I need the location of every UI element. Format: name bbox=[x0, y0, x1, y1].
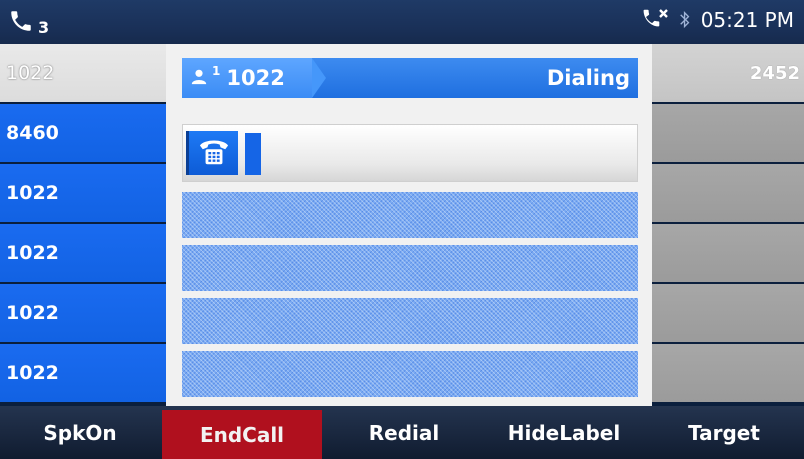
right-key-3[interactable] bbox=[652, 164, 804, 222]
left-line-keys: 1022 8460 1022 1022 1022 1022 bbox=[0, 44, 166, 406]
line-key-1[interactable]: 1022 bbox=[0, 44, 166, 102]
desk-phone-icon bbox=[186, 131, 238, 175]
line-count: 3 bbox=[38, 17, 50, 37]
empty-slot bbox=[182, 298, 638, 344]
right-key-5[interactable] bbox=[652, 284, 804, 342]
input-cursor bbox=[245, 133, 261, 175]
right-key-4[interactable] bbox=[652, 224, 804, 282]
line-key-label: 1022 bbox=[6, 62, 55, 84]
softkey-endcall[interactable]: EndCall bbox=[162, 410, 322, 459]
status-bar: 3 05:21 PM bbox=[0, 0, 804, 44]
call-status: Dialing bbox=[546, 66, 630, 90]
bluetooth-icon bbox=[679, 9, 691, 31]
account-index: 1 bbox=[212, 64, 221, 78]
line-key-label: 1022 bbox=[6, 182, 59, 204]
right-key-6[interactable] bbox=[652, 344, 804, 402]
line-indicator: 3 bbox=[8, 8, 49, 38]
line-key-label: 1022 bbox=[6, 362, 59, 384]
softkey-target[interactable]: Target bbox=[644, 406, 804, 459]
line-key-label: 1022 bbox=[6, 242, 59, 264]
right-key-label: 2452 bbox=[749, 62, 800, 84]
phone-icon bbox=[8, 8, 34, 38]
softkey-redial[interactable]: Redial bbox=[324, 406, 484, 459]
clock: 05:21 PM bbox=[700, 8, 794, 32]
right-key-2[interactable] bbox=[652, 104, 804, 162]
dial-input[interactable] bbox=[182, 124, 638, 182]
right-line-keys: 2452 bbox=[652, 44, 804, 406]
line-key-label: 8460 bbox=[6, 122, 59, 144]
line-key-3[interactable]: 1022 bbox=[0, 164, 166, 222]
line-key-2[interactable]: 8460 bbox=[0, 104, 166, 162]
empty-slot bbox=[182, 245, 638, 291]
softkey-spkon[interactable]: SpkOn bbox=[0, 406, 160, 459]
right-key-1[interactable]: 2452 bbox=[652, 44, 804, 102]
empty-slot bbox=[182, 192, 638, 238]
line-key-6[interactable]: 1022 bbox=[0, 344, 166, 402]
line-key-4[interactable]: 1022 bbox=[0, 224, 166, 282]
call-account: 1 1022 bbox=[182, 58, 326, 98]
dial-panel: 1 1022 Dialing bbox=[166, 44, 652, 406]
contact-icon bbox=[190, 67, 208, 89]
call-header: 1 1022 Dialing bbox=[182, 58, 638, 98]
empty-slot bbox=[182, 351, 638, 397]
softkey-hidelabel[interactable]: HideLabel bbox=[484, 406, 644, 459]
line-key-label: 1022 bbox=[6, 302, 59, 324]
softkey-bar: SpkOn EndCall Redial HideLabel Target bbox=[0, 406, 804, 459]
line-key-5[interactable]: 1022 bbox=[0, 284, 166, 342]
dialing-number: 1022 bbox=[226, 66, 285, 90]
missed-call-icon bbox=[641, 8, 669, 32]
